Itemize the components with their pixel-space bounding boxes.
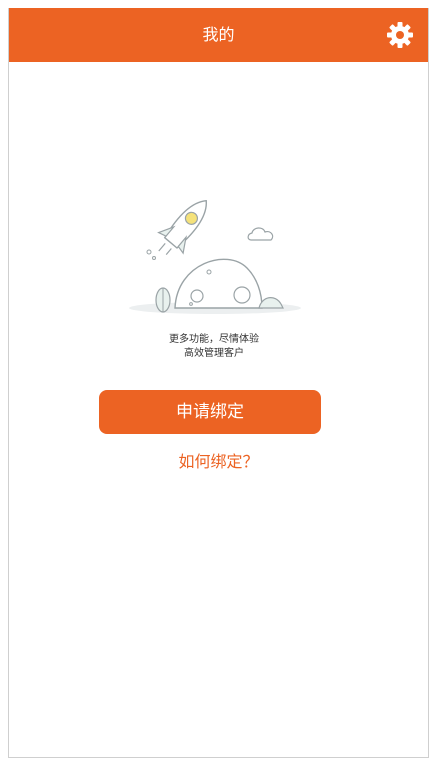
apply-bind-button[interactable]: 申请绑定 <box>99 390 321 434</box>
empty-state-illustration <box>97 168 331 378</box>
gear-icon <box>387 22 413 48</box>
app-screen: 我的 更多功能，尽情体验 高效管理客户 申请绑定 如何绑定？ <box>8 8 429 758</box>
top-bar: 我的 <box>9 8 428 62</box>
settings-button[interactable] <box>386 21 414 49</box>
empty-state-line-1: 更多功能，尽情体验 <box>169 334 259 345</box>
empty-state-line-2: 高效管理客户 <box>184 348 244 359</box>
how-to-bind-link[interactable]: 如何绑定？ <box>9 448 428 472</box>
page-title: 我的 <box>202 25 235 44</box>
